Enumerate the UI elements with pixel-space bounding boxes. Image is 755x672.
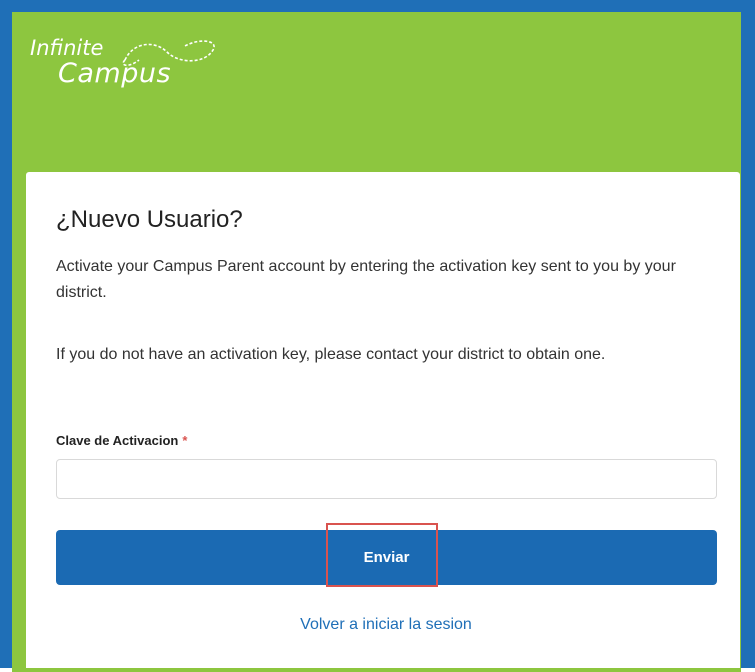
activation-key-label: Clave de Activacion *	[56, 433, 187, 448]
required-marker: *	[182, 433, 188, 448]
activation-instructions: Activate your Campus Parent account by e…	[56, 258, 676, 301]
activation-key-input[interactable]	[56, 459, 717, 499]
no-key-instructions: If you do not have an activation key, pl…	[56, 346, 606, 363]
infinite-campus-logo: Infinite Campus	[30, 36, 250, 106]
submit-button[interactable]: Enviar	[56, 530, 717, 585]
activation-key-label-text: Clave de Activacion	[56, 433, 179, 448]
page-title: ¿Nuevo Usuario?	[56, 206, 243, 233]
app-frame: Infinite Campus ¿Nuevo Usuario? Activate…	[0, 0, 755, 672]
back-to-login-link[interactable]: Volver a iniciar la sesion	[26, 616, 746, 634]
logo-text-line2: Campus	[58, 58, 172, 89]
new-user-card: ¿Nuevo Usuario? Activate your Campus Par…	[26, 172, 740, 668]
logo-text-line1: Infinite	[30, 36, 104, 60]
